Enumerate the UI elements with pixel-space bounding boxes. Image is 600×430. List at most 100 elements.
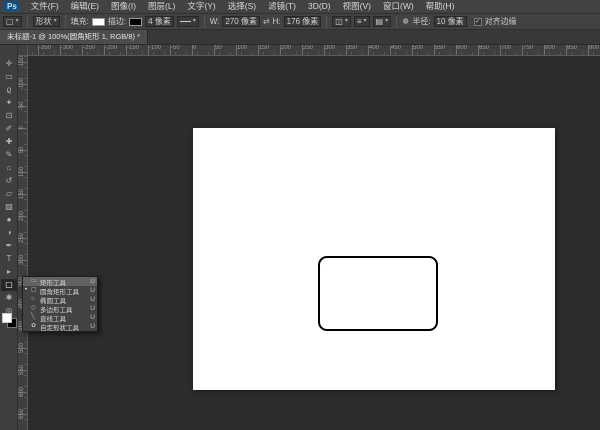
link-dimensions-icon[interactable]: ⇄ bbox=[263, 17, 270, 26]
chevron-down-icon: ▾ bbox=[53, 18, 57, 24]
path-operations-button[interactable]: ◫ ▾ bbox=[332, 16, 351, 27]
ellipse-tool-icon: ○ bbox=[31, 296, 35, 302]
blur-tool[interactable]: ● bbox=[1, 214, 17, 226]
document-tab[interactable]: 未标题-1 @ 100%(圆角矩形 1, RGB/8) * bbox=[0, 30, 149, 44]
ruler-label: 600 bbox=[457, 45, 468, 51]
ruler-label: 900 bbox=[589, 45, 600, 51]
flyout-item-shortcut: U bbox=[90, 314, 95, 321]
quick-selection-tool[interactable]: ✦ bbox=[1, 97, 17, 109]
horizontal-ruler[interactable]: -350 -300 -250 -200 -150 -100 -50 0 50 100 150 200 2… bbox=[28, 45, 600, 56]
divider bbox=[26, 15, 28, 28]
eraser-tool[interactable]: ▱ bbox=[1, 188, 17, 200]
active-tool-dot-icon: • bbox=[25, 287, 28, 293]
menu-item-filter[interactable]: 滤镜(T) bbox=[262, 0, 302, 13]
flyout-item-shortcut: U bbox=[90, 296, 95, 303]
tool-bar: ✛ ▭ ϱ ✦ ⊡ ✐ ✚ ✎ ⌂ ↺ ▱ ▨ ● ◑ ✒ T ▸ ▢ ✱ ◎ bbox=[0, 45, 18, 430]
divider bbox=[203, 15, 205, 28]
ruler-label: 200 bbox=[281, 45, 292, 51]
rounded-rectangle-tool-icon: ▢ bbox=[31, 287, 37, 293]
clone-stamp-tool[interactable]: ⌂ bbox=[1, 162, 17, 174]
photoshop-logo: Ps bbox=[4, 1, 20, 12]
chevron-down-icon: ▾ bbox=[344, 18, 348, 24]
hand-tool[interactable]: ✱ bbox=[1, 292, 17, 304]
ruler-label: 600 bbox=[19, 387, 25, 398]
lasso-tool[interactable]: ϱ bbox=[1, 84, 17, 96]
menu-item-layer[interactable]: 图层(L) bbox=[142, 0, 181, 13]
ruler-label: 150 bbox=[259, 45, 270, 51]
flyout-item-shortcut: U bbox=[90, 278, 95, 285]
stroke-style-select[interactable]: ▾ bbox=[176, 16, 199, 27]
ruler-label: 50 bbox=[215, 45, 222, 51]
gradient-tool[interactable]: ▨ bbox=[1, 201, 17, 213]
height-input[interactable]: 176 像素 bbox=[283, 16, 322, 27]
vertical-ruler[interactable]: -150-100-5005010015020025030035040045050… bbox=[18, 56, 28, 430]
menu-item-select[interactable]: 选择(S) bbox=[222, 0, 262, 13]
menu-item-view[interactable]: 视图(V) bbox=[337, 0, 377, 13]
ruler-label: 450 bbox=[391, 45, 402, 51]
brush-tool[interactable]: ✎ bbox=[1, 149, 17, 161]
menu-item-file[interactable]: 文件(F) bbox=[25, 0, 65, 13]
ruler-label: -250 bbox=[83, 45, 96, 51]
ruler-label: -100 bbox=[149, 45, 162, 51]
divider bbox=[396, 15, 398, 28]
fill-label: 填充: bbox=[70, 17, 89, 26]
stroke-width-input[interactable]: 4 像素 bbox=[145, 16, 174, 27]
ruler-label: 750 bbox=[523, 45, 534, 51]
menu-item-edit[interactable]: 编辑(E) bbox=[65, 0, 105, 13]
foreground-color-swatch[interactable] bbox=[2, 313, 12, 323]
menu-item-type[interactable]: 文字(Y) bbox=[181, 0, 221, 13]
ruler-label: 250 bbox=[303, 45, 314, 51]
width-label: W: bbox=[209, 17, 220, 26]
ruler-label: -50 bbox=[19, 101, 25, 111]
ruler-label: 400 bbox=[369, 45, 380, 51]
path-arrange-button[interactable]: ▤ ▾ bbox=[372, 16, 392, 27]
crop-tool[interactable]: ⊡ bbox=[1, 110, 17, 122]
ruler-label: 300 bbox=[19, 255, 25, 266]
path-arrange-icon: ▤ bbox=[375, 17, 384, 26]
history-brush-tool[interactable]: ↺ bbox=[1, 175, 17, 187]
move-tool[interactable]: ✛ bbox=[1, 58, 17, 70]
ruler-label: -150 bbox=[127, 45, 140, 51]
radius-input[interactable]: 10 像素 bbox=[433, 16, 467, 27]
ruler-label: 300 bbox=[325, 45, 336, 51]
document-tab-title: 未标题-1 @ 100%(圆角矩形 1, RGB/8) * bbox=[7, 32, 141, 41]
flyout-item-custom-shape-tool[interactable]: ✿ 自定形状工具 U bbox=[23, 322, 97, 332]
fill-color-swatch[interactable] bbox=[91, 17, 105, 26]
shape-mode-value: 形状 bbox=[35, 17, 52, 26]
type-tool[interactable]: T bbox=[1, 253, 17, 265]
rectangle-tool-icon: ▭ bbox=[31, 278, 37, 284]
align-edges-checkbox[interactable]: ✓ bbox=[473, 17, 482, 26]
ruler-label: 150 bbox=[19, 189, 25, 200]
width-input[interactable]: 270 像素 bbox=[222, 16, 260, 27]
canvas[interactable] bbox=[193, 128, 555, 390]
menu-item-window[interactable]: 窗口(W) bbox=[377, 0, 420, 13]
pen-tool[interactable]: ✒ bbox=[1, 240, 17, 252]
ruler-label: 500 bbox=[19, 343, 25, 354]
shape-mode-select[interactable]: 形状 ▾ bbox=[32, 16, 60, 27]
options-bar: ▢ ▾ 形状 ▾ 填充: 描边: 4 像素 ▾ W: 270 像素 ⇄ H: 1… bbox=[0, 14, 600, 30]
eyedropper-tool[interactable]: ✐ bbox=[1, 123, 17, 135]
rectangular-marquee-tool[interactable]: ▭ bbox=[1, 71, 17, 83]
rounded-rectangle-shape[interactable] bbox=[318, 256, 438, 331]
chevron-down-icon: ▾ bbox=[192, 18, 196, 24]
path-alignment-button[interactable]: ≡ ▾ bbox=[353, 16, 370, 27]
chevron-down-icon: ▾ bbox=[385, 18, 389, 24]
menu-item-help[interactable]: 帮助(H) bbox=[420, 0, 461, 13]
ruler-label: 650 bbox=[479, 45, 490, 51]
dodge-tool[interactable]: ◑ bbox=[1, 227, 17, 239]
chevron-down-icon: ▾ bbox=[15, 18, 19, 24]
rounded-rectangle-tool[interactable]: ▢ bbox=[1, 279, 17, 291]
align-edges-label: 对齐边缘 bbox=[484, 17, 517, 26]
menu-item-3d[interactable]: 3D(D) bbox=[302, 0, 337, 13]
healing-brush-tool[interactable]: ✚ bbox=[1, 136, 17, 148]
stroke-color-swatch[interactable] bbox=[129, 17, 143, 26]
ruler-label: 500 bbox=[413, 45, 424, 51]
ruler-label: -350 bbox=[39, 45, 52, 51]
gear-icon[interactable]: ☸ bbox=[402, 17, 409, 26]
menu-item-image[interactable]: 图像(I) bbox=[105, 0, 142, 13]
ruler-label: 100 bbox=[19, 167, 25, 178]
tool-preset-picker[interactable]: ▢ ▾ bbox=[3, 16, 22, 27]
ruler-label: 800 bbox=[545, 45, 556, 51]
ruler-label: 250 bbox=[19, 233, 25, 244]
path-selection-tool[interactable]: ▸ bbox=[1, 266, 17, 278]
